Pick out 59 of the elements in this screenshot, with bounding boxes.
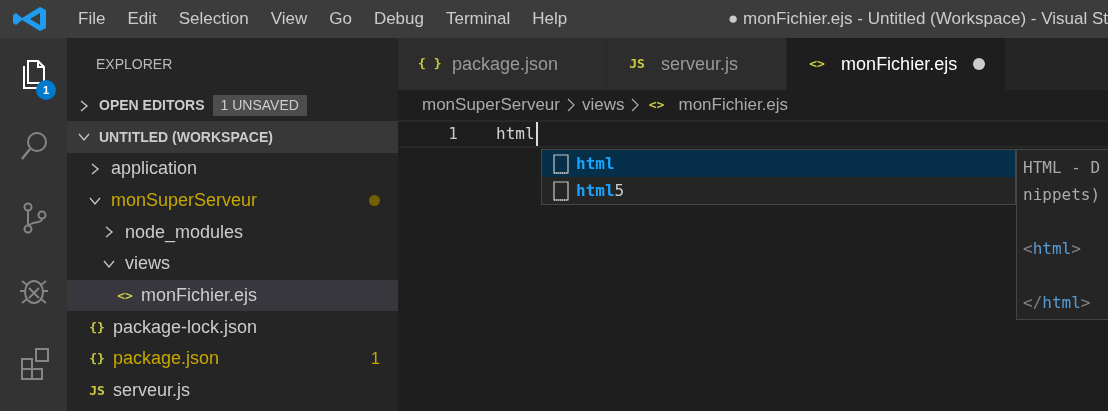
tree-label: monSuperServeur (111, 189, 258, 213)
tree-item[interactable]: JS serveur.js (67, 374, 398, 407)
notification-badge: 1 (36, 80, 56, 100)
section-header[interactable]: UNTITLED (WORKSPACE) (67, 121, 398, 153)
editor-tab[interactable]: JS serveur.js (607, 38, 788, 90)
menu-item[interactable]: Go (318, 6, 363, 32)
modified-dot (369, 195, 380, 207)
tree-item[interactable]: monSuperServeur (67, 184, 398, 217)
breadcrumb-item[interactable]: monSuperServeur (422, 92, 560, 118)
sidebar-title: EXPLORER (95, 54, 174, 74)
file-icon: <> (646, 95, 667, 115)
tree-label: package.json (113, 347, 220, 371)
detail-text: nippets) (1023, 185, 1101, 204)
tree-item[interactable]: node_modules (67, 216, 398, 249)
editor-tab[interactable]: <> monFichier.ejs (787, 38, 1007, 90)
menu-item[interactable]: View (259, 6, 319, 32)
tree-item[interactable]: <> monFichier.ejs (67, 279, 398, 312)
file-icon: {} (87, 349, 107, 369)
snippet-icon (552, 153, 570, 174)
tree-item[interactable]: {} package-lock.json (67, 311, 398, 344)
suggestion-item[interactable]: html5 (542, 177, 1015, 204)
file-icon: <> (807, 54, 828, 74)
tree-label: application (111, 157, 198, 181)
snippet-icon (552, 180, 570, 201)
file-icon: JS (87, 380, 107, 401)
problem-count: 1 (371, 348, 380, 369)
section-title: OPEN EDITORS (99, 96, 205, 115)
tree-item[interactable]: {} package.json 1 (67, 343, 398, 375)
tree-label: serveur.js (113, 379, 191, 403)
menu-item[interactable]: Selection (167, 6, 260, 32)
menu-item[interactable]: Help (521, 6, 579, 32)
separator-icon (630, 98, 641, 112)
tree-item[interactable]: application (67, 153, 398, 185)
breadcrumb-item[interactable]: monFichier.ejs (678, 92, 789, 118)
tree-label: package-lock.json (113, 315, 258, 339)
detail-text: HTML - D (1023, 158, 1101, 177)
tree-item[interactable]: views (67, 248, 398, 280)
code-text: html (496, 122, 538, 146)
menu-item[interactable]: Debug (362, 6, 435, 32)
menu-item[interactable]: File (67, 6, 117, 32)
tree-label: views (125, 252, 170, 276)
editor-tab[interactable]: { } package.json (398, 38, 608, 90)
file-icon: {} (87, 317, 107, 338)
code-tag: </html> (1023, 293, 1091, 312)
file-icon: <> (115, 285, 135, 306)
unsaved-badge: 1 UNSAVED (212, 95, 307, 116)
code-tag: <html> (1023, 239, 1081, 258)
tree-label: node_modules (125, 220, 244, 245)
file-icon: JS (627, 54, 648, 74)
section-header[interactable]: OPEN EDITORS 1 UNSAVED (67, 90, 398, 121)
window-title: ● monFichier.ejs - Untitled (Workspace) - Visual St (727, 8, 1108, 31)
line-number: 1 (447, 123, 459, 145)
breadcrumb-item[interactable]: views (581, 92, 625, 118)
menu-item[interactable]: Terminal (435, 6, 522, 32)
separator-icon (565, 98, 576, 112)
tree-label: monFichier.ejs (141, 284, 258, 308)
suggestion-item[interactable]: html (542, 150, 1015, 177)
section-title: UNTITLED (WORKSPACE) (99, 127, 273, 147)
menu-item[interactable]: Edit (116, 6, 168, 32)
